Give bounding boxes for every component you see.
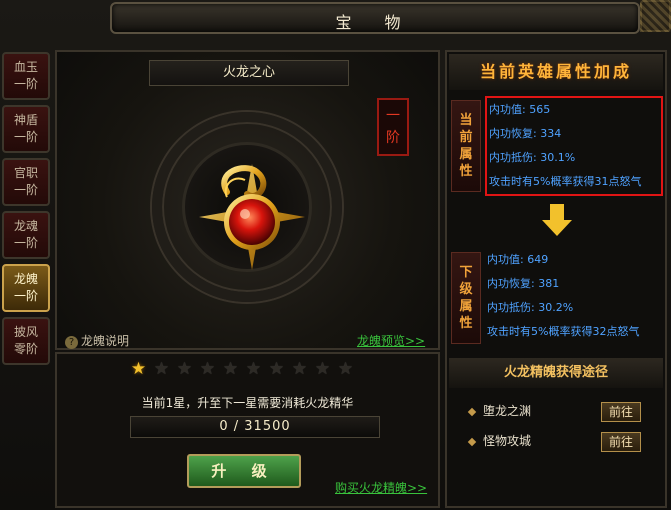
star-empty-icon: ★	[222, 359, 239, 379]
star-empty-icon: ★	[337, 359, 354, 379]
attr-line: 攻击时有5%概率获得31点怒气	[489, 175, 642, 188]
sources-title: 火龙精魄获得途径	[449, 358, 663, 388]
upgrade-button[interactable]: 升 级	[187, 454, 301, 488]
tab-pifeng[interactable]: 披风 零阶	[2, 317, 50, 365]
current-attr-list: 内功值: 565 内功恢复: 334 内功抵伤: 30.1% 攻击时有5%概率获…	[485, 96, 663, 196]
tab-rank: 一阶	[13, 77, 38, 91]
tab-label: 龙魄	[13, 272, 38, 286]
artifact-display: 火龙之心 一 阶 ? 龙魄说明 龙魄预览>>	[55, 50, 440, 350]
source-item: 怪物攻城 前往	[467, 432, 649, 456]
attr-line: 内功值: 565	[489, 103, 551, 116]
attribute-panel: 当前英雄属性加成 当 前 属 性 内功值: 565 内功恢复: 334 内功抵伤…	[445, 50, 667, 508]
tab-rank: 零阶	[13, 342, 38, 356]
progress-text: 0 / 31500	[219, 419, 291, 434]
tab-label: 神盾	[13, 113, 38, 127]
label-char: 性	[459, 316, 473, 331]
treasure-window: 宝 物 血玉 一阶 神盾 一阶 官职 一阶 龙魂 一阶 龙魄 一阶 披风 零阶 …	[0, 0, 671, 510]
label-char: 级	[459, 282, 473, 297]
goto-button[interactable]: 前往	[601, 402, 641, 422]
tab-label: 披风	[13, 325, 38, 339]
star-empty-icon: ★	[153, 359, 170, 379]
upgrade-info: 当前1星，升至下一星需要消耗火龙精华	[141, 396, 354, 410]
tab-longhun[interactable]: 龙魂 一阶	[2, 211, 50, 259]
tab-rank: 一阶	[13, 183, 38, 197]
current-attributes: 当 前 属 性 内功值: 565 内功恢复: 334 内功抵伤: 30.1% 攻…	[447, 96, 667, 196]
attr-line: 内功恢复: 381	[487, 277, 560, 290]
star-rating: ★ ★ ★ ★ ★ ★ ★ ★ ★ ★	[129, 360, 355, 379]
tab-label: 官职	[13, 166, 38, 180]
tab-xueyu[interactable]: 血玉 一阶	[2, 52, 50, 100]
star-empty-icon: ★	[268, 359, 285, 379]
tab-rank: 一阶	[13, 289, 38, 303]
item-name: 火龙之心	[149, 60, 349, 86]
attribute-header: 当前英雄属性加成	[449, 54, 663, 90]
help-link[interactable]: ? 龙魄说明	[65, 332, 129, 349]
label-char: 属	[459, 147, 473, 162]
current-attr-label: 当 前 属 性	[451, 100, 481, 192]
source-item: 堕龙之渊 前往	[467, 402, 649, 426]
attr-line: 内功抵伤: 30.1%	[489, 151, 576, 164]
tab-longpo[interactable]: 龙魄 一阶	[2, 264, 50, 312]
title-bar: 宝 物	[110, 2, 640, 34]
tab-guanzhi[interactable]: 官职 一阶	[2, 158, 50, 206]
next-attr-label: 下 级 属 性	[451, 252, 481, 344]
source-name: 堕龙之渊	[483, 404, 532, 418]
label-char: 下	[459, 265, 473, 280]
diamond-bullet-icon	[467, 437, 477, 446]
corner-ornament-icon	[640, 0, 671, 32]
star-empty-icon: ★	[314, 359, 331, 379]
goto-button[interactable]: 前往	[601, 432, 641, 452]
window-title: 宝 物	[335, 13, 415, 32]
label-char: 属	[459, 299, 473, 314]
tab-rank: 一阶	[13, 130, 38, 144]
upgrade-panel: ★ ★ ★ ★ ★ ★ ★ ★ ★ ★ 当前1星，升至下一星需要消耗火龙精华 0 / 31500 …	[55, 352, 440, 508]
tab-label: 血玉	[13, 60, 38, 74]
rank-badge-line1: 一	[386, 108, 400, 124]
tab-rank: 一阶	[13, 236, 38, 250]
attr-line: 内功恢复: 334	[489, 127, 562, 140]
attr-line: 内功抵伤: 30.2%	[487, 301, 574, 314]
star-empty-icon: ★	[199, 359, 216, 379]
rank-badge-line2: 阶	[386, 130, 400, 146]
label-char: 前	[459, 130, 473, 145]
source-name: 怪物攻城	[483, 434, 532, 448]
star-empty-icon: ★	[245, 359, 262, 379]
star-empty-icon: ★	[176, 359, 193, 379]
tab-label: 龙魂	[13, 219, 38, 233]
next-attr-list: 内功值: 649 内功恢复: 381 内功抵伤: 30.2% 攻击时有5%概率获…	[485, 248, 663, 348]
category-tabs: 血玉 一阶 神盾 一阶 官职 一阶 龙魂 一阶 龙魄 一阶 披风 零阶	[2, 52, 50, 370]
star-lit-icon: ★	[130, 359, 147, 379]
label-char: 当	[459, 113, 473, 128]
question-icon: ?	[65, 336, 78, 349]
buy-essence-link[interactable]: 购买火龙精魄>>	[335, 479, 427, 496]
rank-badge: 一 阶	[377, 98, 409, 156]
essence-progress-bar: 0 / 31500	[130, 416, 380, 438]
help-label: 龙魄说明	[81, 334, 130, 348]
fire-dragon-heart-icon	[199, 164, 305, 270]
arrow-down-head	[542, 220, 572, 236]
label-char: 性	[459, 164, 473, 179]
preview-link[interactable]: 龙魄预览>>	[357, 332, 425, 349]
arrow-down-icon	[550, 204, 564, 220]
attr-line: 内功值: 649	[487, 253, 549, 266]
diamond-bullet-icon	[467, 407, 477, 416]
attr-line: 攻击时有5%概率获得32点怒气	[487, 325, 640, 338]
star-empty-icon: ★	[291, 359, 308, 379]
next-attributes: 下 级 属 性 内功值: 649 内功恢复: 381 内功抵伤: 30.2% 攻…	[447, 248, 667, 348]
tab-shendun[interactable]: 神盾 一阶	[2, 105, 50, 153]
